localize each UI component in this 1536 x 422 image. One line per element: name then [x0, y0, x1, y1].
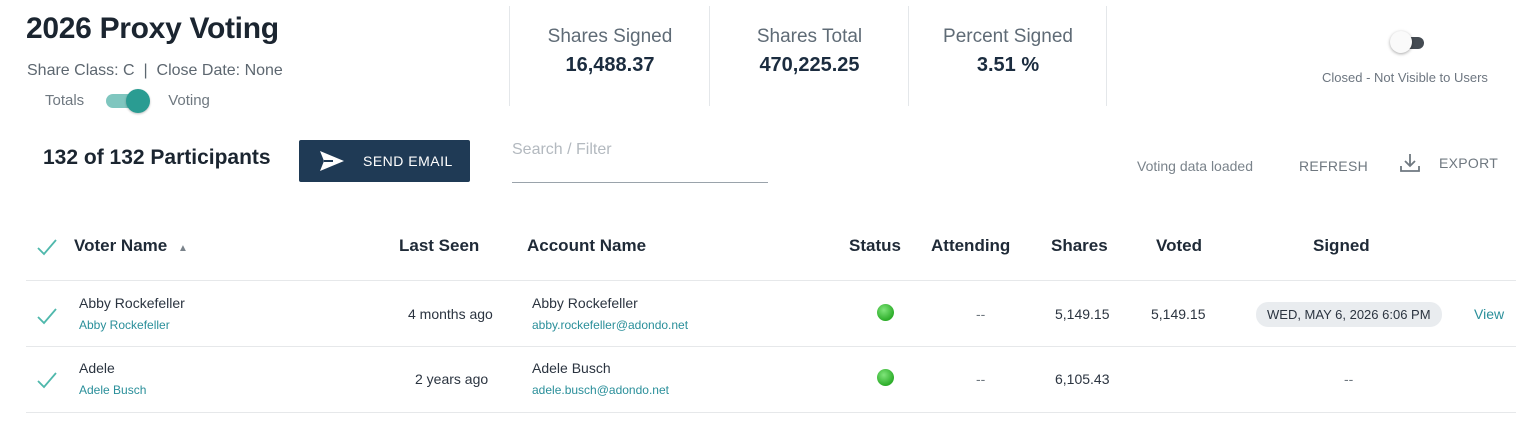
- stat-shares-signed: Shares Signed 16,488.37: [509, 6, 710, 106]
- voted-value: 5,149.15: [1151, 306, 1206, 322]
- last-seen: 2 years ago: [415, 371, 489, 387]
- switch-knob: [126, 89, 151, 113]
- send-icon: [320, 151, 344, 171]
- status-indicator: [877, 304, 894, 321]
- export-button[interactable]: EXPORT: [1399, 152, 1498, 174]
- account-email-link[interactable]: abby.rockefeller@adondo.net: [532, 318, 688, 332]
- download-icon: [1400, 154, 1420, 172]
- refresh-button[interactable]: REFRESH: [1299, 158, 1368, 174]
- page-title: 2026 Proxy Voting: [26, 12, 279, 45]
- data-status-text: Voting data loaded: [1137, 158, 1253, 174]
- check-icon: [37, 372, 57, 389]
- last-seen: 4 months ago: [408, 306, 493, 322]
- voter-name: Adele: [79, 360, 115, 376]
- stat-value: 470,225.25: [759, 54, 860, 76]
- account-name: Abby Rockefeller: [532, 295, 638, 311]
- column-header-voted[interactable]: Voted: [1156, 236, 1202, 256]
- sort-asc-icon: ▲: [177, 243, 188, 254]
- switch-knob: [1390, 31, 1412, 53]
- column-header-voter-name[interactable]: Voter Name ▲: [74, 236, 188, 256]
- column-header-last-seen[interactable]: Last Seen: [399, 236, 479, 256]
- column-header-account-name[interactable]: Account Name: [527, 236, 646, 256]
- view-link[interactable]: View: [1474, 306, 1504, 322]
- stat-divider: [1106, 6, 1108, 106]
- send-email-label: SEND EMAIL: [363, 153, 453, 169]
- account-email-link[interactable]: adele.busch@adondo.net: [532, 383, 669, 397]
- check-icon: [37, 308, 57, 325]
- search-field: [512, 138, 768, 183]
- shares-value: 6,105.43: [1055, 371, 1110, 387]
- participants-count: 132 of 132 Participants: [43, 146, 271, 169]
- attending-value: --: [976, 371, 986, 387]
- voter-name: Abby Rockefeller: [79, 295, 185, 311]
- column-header-status[interactable]: Status: [849, 236, 901, 256]
- voter-link[interactable]: Adele Busch: [79, 383, 146, 397]
- voter-link[interactable]: Abby Rockefeller: [79, 318, 170, 332]
- toggle-label-voting: Voting: [168, 91, 210, 109]
- check-icon: [37, 239, 57, 256]
- visibility-switch[interactable]: [1390, 31, 1434, 53]
- toggle-label-totals: Totals: [45, 91, 85, 109]
- table-divider: [26, 412, 1516, 413]
- totals-voting-toggle-row: Totals Voting: [45, 89, 210, 113]
- column-header-attending[interactable]: Attending: [931, 236, 1010, 256]
- stat-label: Shares Total: [756, 26, 863, 47]
- column-header-shares[interactable]: Shares: [1051, 236, 1108, 256]
- search-input[interactable]: [512, 138, 768, 162]
- stat-value: 16,488.37: [565, 54, 655, 76]
- select-all-checkbox[interactable]: [36, 238, 58, 261]
- table-row[interactable]: Adele Adele Busch 2 years ago Adele Busc…: [0, 347, 1536, 412]
- account-name: Adele Busch: [532, 360, 611, 376]
- signed-date-badge: WED, MAY 6, 2026 6:06 PM: [1256, 302, 1442, 327]
- column-label: Voter Name: [74, 236, 168, 255]
- send-email-button[interactable]: SEND EMAIL: [299, 140, 470, 182]
- visibility-label: Closed - Not Visible to Users: [1322, 70, 1488, 85]
- share-class-close-date: Share Class: C | Close Date: None: [27, 62, 283, 79]
- shares-value: 5,149.15: [1055, 306, 1110, 322]
- attending-value: --: [976, 306, 986, 322]
- stat-value: 3.51 %: [976, 54, 1040, 76]
- row-checkbox[interactable]: [36, 307, 58, 330]
- stat-percent-signed: Percent Signed 3.51 %: [908, 6, 1107, 106]
- row-checkbox[interactable]: [36, 371, 58, 394]
- status-indicator: [877, 369, 894, 386]
- signed-value: --: [1344, 371, 1354, 387]
- column-header-signed[interactable]: Signed: [1313, 236, 1370, 256]
- stat-label: Shares Signed: [547, 26, 673, 47]
- stat-shares-total: Shares Total 470,225.25: [709, 6, 909, 106]
- totals-voting-switch[interactable]: [104, 89, 151, 113]
- stat-label: Percent Signed: [943, 26, 1073, 47]
- table-row[interactable]: Abby Rockefeller Abby Rockefeller 4 mont…: [0, 281, 1536, 346]
- export-label: EXPORT: [1439, 155, 1499, 171]
